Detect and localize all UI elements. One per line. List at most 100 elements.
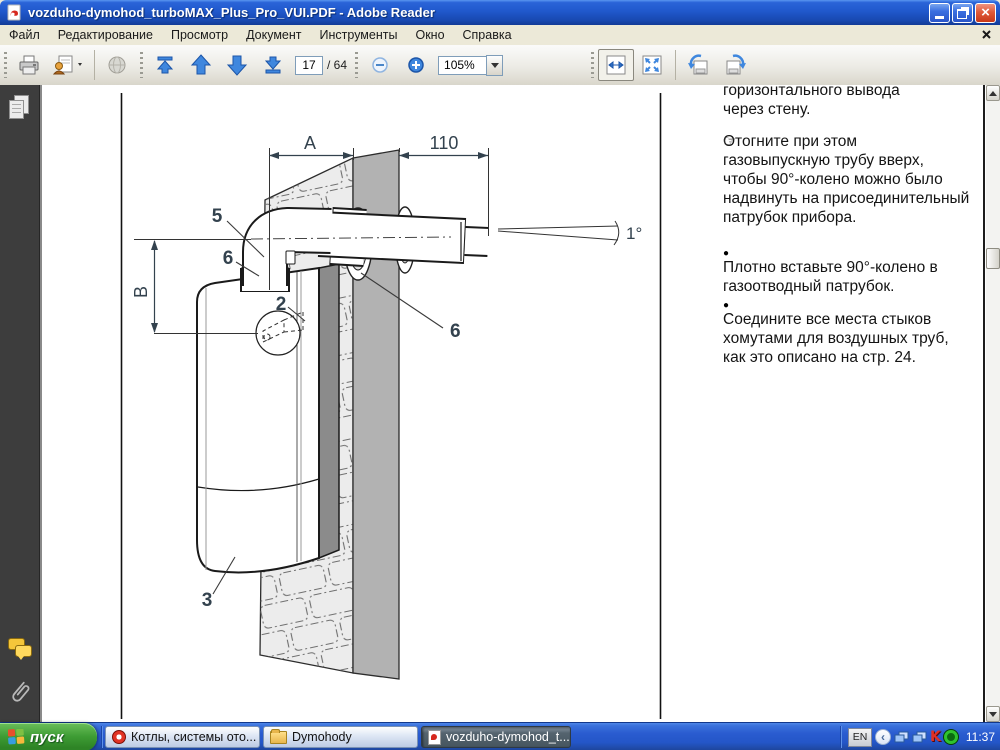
opera-icon	[112, 730, 126, 744]
taskbar: пуск Котлы, системы ото... Dymohody vozd…	[0, 722, 1000, 750]
restore-icon	[957, 9, 967, 19]
start-label: пуск	[30, 729, 63, 746]
paragraph-bullet-2: ● Соедините все места стыков хомутами дл…	[723, 292, 983, 367]
taskbar-item-label: Котлы, системы ото...	[131, 730, 256, 744]
navigation-sidebar	[0, 85, 40, 722]
previous-page-button[interactable]	[183, 49, 219, 81]
web-capture-button[interactable]	[100, 49, 136, 81]
green-status-icon[interactable]	[944, 730, 958, 744]
paragraph-bullet-1: ● Плотно вставьте 90°-колено в газоотвод…	[723, 240, 983, 296]
web-capture-icon	[105, 54, 131, 76]
fit-page-icon	[640, 53, 664, 77]
language-indicator[interactable]: EN	[848, 728, 872, 747]
svg-text:3: 3	[202, 590, 213, 611]
minimize-icon	[935, 16, 944, 19]
window-title: vozduho-dymohod_turboMAX_Plus_Pro_VUI.PD…	[28, 5, 435, 20]
menu-help[interactable]: Справка	[454, 26, 521, 44]
chevron-down-icon	[989, 712, 997, 717]
page-number-input[interactable]	[295, 56, 323, 75]
titlebar[interactable]: vozduho-dymohod_turboMAX_Plus_Pro_VUI.PD…	[0, 0, 1000, 25]
slope-annotation: 1°	[498, 221, 642, 245]
toolbar-grip[interactable]	[140, 52, 143, 78]
toolbar-grip[interactable]	[355, 52, 358, 78]
comments-panel-icon[interactable]	[8, 638, 32, 660]
menu-edit[interactable]: Редактирование	[49, 26, 162, 44]
chevron-down-icon	[491, 63, 499, 68]
paragraph-continued: горизонтального вывода через стену.	[723, 85, 983, 119]
antivirus-icon[interactable]: K	[930, 729, 941, 745]
network-icon[interactable]	[894, 731, 909, 744]
menu-tools[interactable]: Инструменты	[311, 26, 407, 44]
attachments-panel-icon[interactable]	[8, 680, 30, 706]
svg-text:6: 6	[223, 248, 234, 269]
vertical-scrollbar[interactable]	[986, 85, 1000, 722]
figure-diagram: A 110 B	[43, 85, 725, 722]
toolbar: / 64	[0, 45, 1000, 86]
hide-icons-button[interactable]: ‹	[875, 729, 891, 745]
tray-divider	[840, 726, 841, 748]
svg-text:5: 5	[212, 206, 223, 227]
rotate-counterclockwise-icon	[685, 53, 713, 77]
network-icon[interactable]	[912, 731, 927, 744]
instruction-text: горизонтального вывода через стену. ☞ От…	[723, 85, 983, 722]
clock[interactable]: 11:37	[966, 730, 995, 744]
scroll-down-button[interactable]	[986, 706, 1000, 722]
first-page-button[interactable]	[147, 49, 183, 81]
svg-text:110: 110	[430, 133, 459, 153]
adobe-reader-window: vozduho-dymohod_turboMAX_Plus_Pro_VUI.PD…	[0, 0, 1000, 750]
menubar: Файл Редактирование Просмотр Документ Ин…	[0, 25, 1000, 46]
first-page-icon	[154, 54, 176, 76]
svg-text:A: A	[304, 133, 316, 153]
taskbar-item-opera[interactable]: Котлы, системы ото...	[105, 726, 260, 748]
rotate-counterclockwise-button[interactable]	[681, 49, 717, 81]
scroll-up-button[interactable]	[986, 85, 1000, 101]
toolbar-grip[interactable]	[591, 52, 594, 78]
svg-text:1°: 1°	[626, 224, 642, 243]
document-close-icon[interactable]	[981, 29, 992, 40]
email-share-button[interactable]	[47, 49, 89, 81]
zoom-in-button[interactable]	[398, 49, 434, 81]
rotate-clockwise-button[interactable]	[717, 49, 753, 81]
fit-width-icon	[604, 53, 628, 77]
taskbar-item-label: Dymohody	[292, 730, 352, 744]
taskbar-divider	[101, 726, 102, 748]
print-button[interactable]	[11, 49, 47, 81]
rotate-clockwise-icon	[721, 53, 749, 77]
close-button[interactable]: ×	[975, 3, 996, 23]
email-share-icon	[51, 54, 85, 76]
zoom-out-button[interactable]	[362, 49, 398, 81]
windows-logo-icon	[8, 729, 25, 745]
restore-button[interactable]	[952, 3, 973, 23]
adobe-reader-icon	[6, 4, 23, 21]
pages-panel-icon[interactable]	[8, 95, 30, 121]
pdf-icon	[428, 730, 441, 745]
next-page-icon	[225, 53, 249, 77]
fit-page-button[interactable]	[634, 49, 670, 81]
next-page-button[interactable]	[219, 49, 255, 81]
toolbar-grip[interactable]	[4, 52, 7, 78]
scrollbar-thumb[interactable]	[986, 248, 1000, 269]
menu-view[interactable]: Просмотр	[162, 26, 237, 44]
zoom-in-icon	[406, 55, 426, 75]
zoom-dropdown-button[interactable]	[486, 55, 503, 76]
taskbar-item-label: vozduho-dymohod_t...	[446, 730, 570, 744]
svg-text:2: 2	[276, 294, 287, 315]
minimize-button[interactable]	[929, 3, 950, 23]
start-button[interactable]: пуск	[0, 723, 97, 750]
dimension-a: A	[269, 133, 353, 159]
close-icon: ×	[981, 5, 990, 20]
taskbar-item-pdf[interactable]: vozduho-dymohod_t...	[421, 726, 571, 748]
document-area: A 110 B	[0, 85, 1000, 722]
menu-file[interactable]: Файл	[0, 26, 49, 44]
bullet-icon: ●	[723, 248, 729, 259]
previous-page-icon	[189, 53, 213, 77]
toolbar-separator	[94, 50, 95, 80]
dimension-110: 110	[399, 133, 488, 159]
menu-document[interactable]: Документ	[237, 26, 310, 44]
menu-window[interactable]: Окно	[406, 26, 453, 44]
taskbar-item-folder[interactable]: Dymohody	[263, 726, 418, 748]
last-page-button[interactable]	[255, 49, 291, 81]
fit-width-button[interactable]	[598, 49, 634, 81]
boiler	[197, 264, 339, 572]
zoom-level-input[interactable]	[438, 56, 486, 75]
